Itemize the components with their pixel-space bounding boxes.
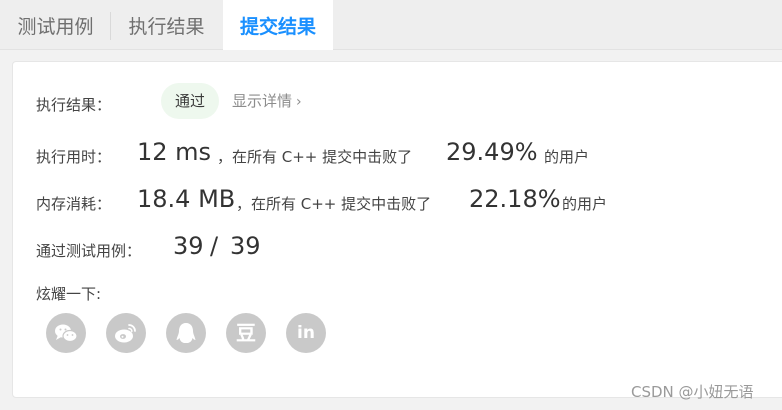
tab-run-result[interactable]: 执行结果 xyxy=(111,0,222,50)
linkedin-glyph: in xyxy=(297,323,315,343)
tab-submit-result[interactable]: 提交结果 xyxy=(223,0,333,50)
runtime-suffix: 的用户 xyxy=(544,148,590,166)
runtime-percent: 29.49% xyxy=(446,138,538,166)
chevron-right-icon: › xyxy=(296,94,302,110)
show-details-link[interactable]: 显示详情 › xyxy=(232,90,302,111)
watermark: CSDN @小妞无语 xyxy=(631,383,754,401)
result-card: 执行结果： 通过 显示详情 › 执行用时： 12 ms ，在所有 C++ 提交中击… xyxy=(12,61,782,398)
weibo-icon[interactable] xyxy=(106,313,146,353)
tab-test-cases[interactable]: 测试用例 xyxy=(0,0,111,50)
wechat-icon[interactable] xyxy=(46,313,86,353)
tests-total: 39 xyxy=(230,232,261,260)
tests-label: 通过测试用例： xyxy=(36,242,142,260)
result-label: 执行结果： xyxy=(36,96,112,114)
qq-icon[interactable] xyxy=(166,313,206,353)
douban-glyph: 豆 xyxy=(236,321,256,345)
runtime-label: 执行用时： xyxy=(36,148,112,166)
memory-suffix: 的用户 xyxy=(562,195,608,213)
memory-percent: 22.18% xyxy=(469,185,561,213)
linkedin-icon[interactable]: in xyxy=(286,313,326,353)
status-badge: 通过 xyxy=(161,83,220,119)
douban-icon[interactable]: 豆 xyxy=(226,313,266,353)
tab-bar: 测试用例 执行结果 提交结果 xyxy=(0,0,782,50)
memory-label: 内存消耗： xyxy=(36,195,112,213)
share-label: 炫耀一下: xyxy=(36,285,102,303)
tests-separator: / xyxy=(210,232,219,260)
runtime-text: ，在所有 C++ 提交中击败了 xyxy=(217,148,413,166)
show-details-label: 显示详情 xyxy=(232,92,293,110)
runtime-value: 12 ms xyxy=(137,138,212,166)
memory-value: 18.4 MB xyxy=(137,185,236,213)
tests-passed: 39 xyxy=(173,232,204,260)
memory-text: ，在所有 C++ 提交中击败了 xyxy=(236,195,432,213)
